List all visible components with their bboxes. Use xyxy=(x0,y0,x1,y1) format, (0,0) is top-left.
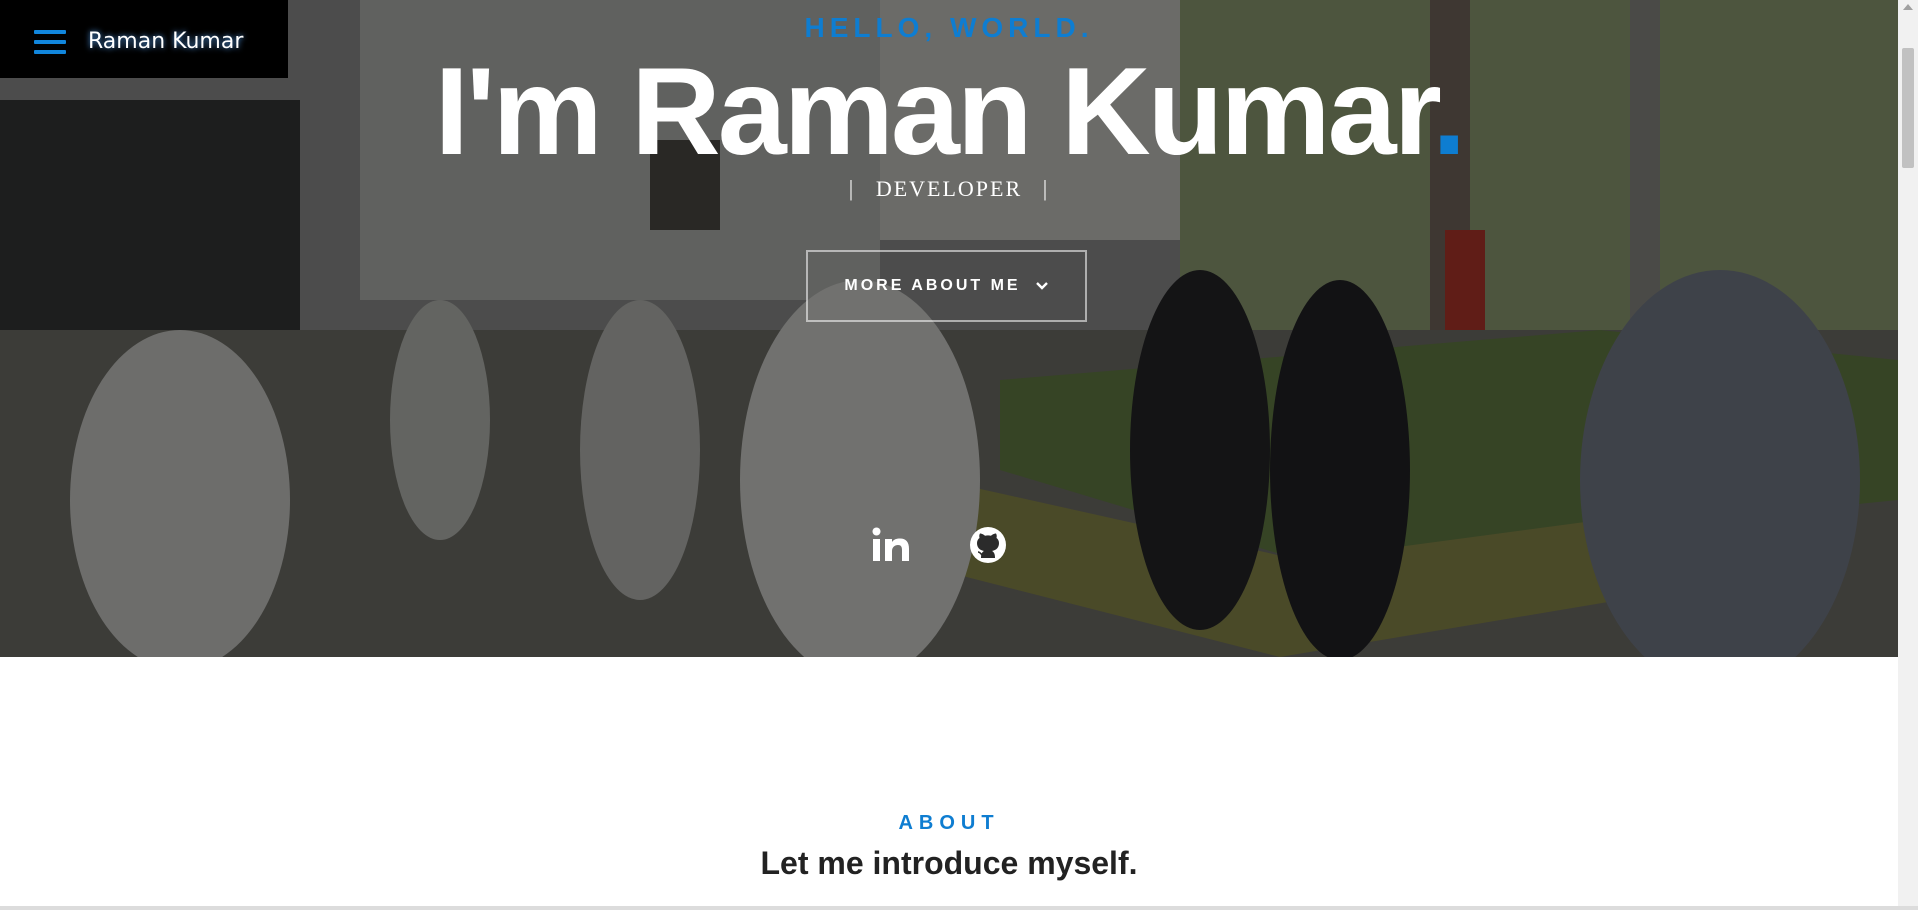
top-nav: Raman Kumar xyxy=(0,0,288,78)
social-links xyxy=(0,525,1898,565)
role-separator-left: | xyxy=(848,176,856,201)
scroll-up-arrow-icon[interactable] xyxy=(1903,4,1913,10)
hero-name-text: I'm Raman Kumar xyxy=(434,43,1435,181)
hero-name-dot: . xyxy=(1432,43,1466,181)
hamburger-icon[interactable] xyxy=(34,30,66,56)
more-about-me-button[interactable]: MORE ABOUT ME xyxy=(806,250,1087,322)
role-text: DEVELOPER xyxy=(875,176,1023,201)
scrollbar-thumb[interactable] xyxy=(1902,48,1914,168)
linkedin-icon[interactable] xyxy=(871,525,911,565)
role-separator-right: | xyxy=(1042,176,1050,201)
about-section-label: ABOUT xyxy=(898,812,1000,834)
vertical-scrollbar[interactable] xyxy=(1898,0,1918,906)
hero-section: HELLO, WORLD. I'm Raman Kumar. | DEVELOPE… xyxy=(0,0,1898,657)
bottom-divider xyxy=(0,906,1918,910)
github-icon[interactable] xyxy=(968,525,1008,565)
page: HELLO, WORLD. I'm Raman Kumar. | DEVELOPE… xyxy=(0,0,1898,906)
hero-role: | DEVELOPER | xyxy=(0,176,1898,202)
chevron-down-icon xyxy=(1035,279,1049,293)
about-section-heading: Let me introduce myself. xyxy=(760,845,1138,881)
brand-name[interactable]: Raman Kumar xyxy=(88,29,243,54)
more-about-me-label: MORE ABOUT ME xyxy=(844,277,1021,294)
